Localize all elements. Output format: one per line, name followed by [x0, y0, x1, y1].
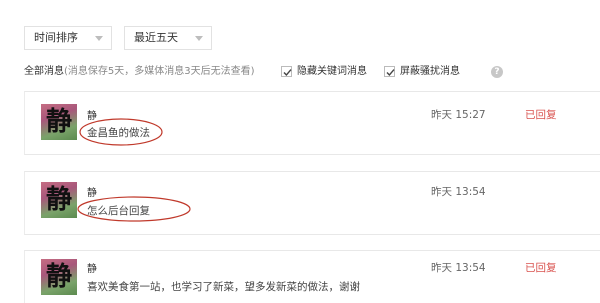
- avatar-glyph: 静: [45, 185, 72, 215]
- avatar-glyph: 静: [45, 262, 72, 292]
- status-badge: 已回复: [525, 262, 557, 274]
- storage-note: (消息保存5天，多媒体消息3天后无法查看): [64, 66, 255, 77]
- message-time: 昨天 13:54: [431, 262, 486, 274]
- block-spam-label: 屏蔽骚扰消息: [400, 66, 460, 77]
- message-time: 昨天 13:54: [431, 186, 486, 198]
- message-item[interactable]: 静 静 金昌鱼的做法 昨天 15:27 已回复: [24, 91, 600, 155]
- avatar[interactable]: 静: [41, 104, 77, 140]
- message-item[interactable]: 静 静 喜欢美食第一站，也学习了新菜，望多发新菜的做法，谢谢 昨天 13:54 …: [24, 250, 600, 303]
- chevron-down-icon: [195, 36, 203, 41]
- avatar-glyph: 静: [45, 107, 72, 137]
- block-spam-checkbox[interactable]: [384, 66, 395, 77]
- checkmark-icon: [386, 69, 395, 77]
- checkmark-icon: [283, 69, 292, 77]
- avatar[interactable]: 静: [41, 182, 77, 218]
- hide-keyword-label: 隐藏关键词消息: [297, 66, 367, 77]
- annotation-circle: [79, 118, 163, 146]
- message-time: 昨天 15:27: [431, 109, 486, 121]
- date-range-select[interactable]: 最近五天: [124, 26, 212, 50]
- message-text: 喜欢美食第一站，也学习了新菜，望多发新菜的做法，谢谢: [87, 281, 360, 293]
- help-icon[interactable]: ?: [491, 66, 503, 78]
- chevron-down-icon: [95, 36, 103, 41]
- avatar[interactable]: 静: [41, 259, 77, 295]
- status-badge: 已回复: [525, 109, 557, 121]
- date-range-value: 最近五天: [134, 31, 178, 44]
- message-filter-bar: 全部消息(消息保存5天，多媒体消息3天后无法查看) 隐藏关键词消息 屏蔽骚扰消息…: [24, 64, 600, 80]
- sender-name: 静: [87, 264, 97, 275]
- sort-order-value: 时间排序: [34, 31, 78, 44]
- sort-order-select[interactable]: 时间排序: [24, 26, 112, 50]
- all-messages-label: 全部消息: [24, 66, 64, 77]
- hide-keyword-checkbox[interactable]: [281, 66, 292, 77]
- message-item[interactable]: 静 静 怎么后台回复 昨天 13:54: [24, 171, 600, 235]
- annotation-circle: [77, 196, 191, 222]
